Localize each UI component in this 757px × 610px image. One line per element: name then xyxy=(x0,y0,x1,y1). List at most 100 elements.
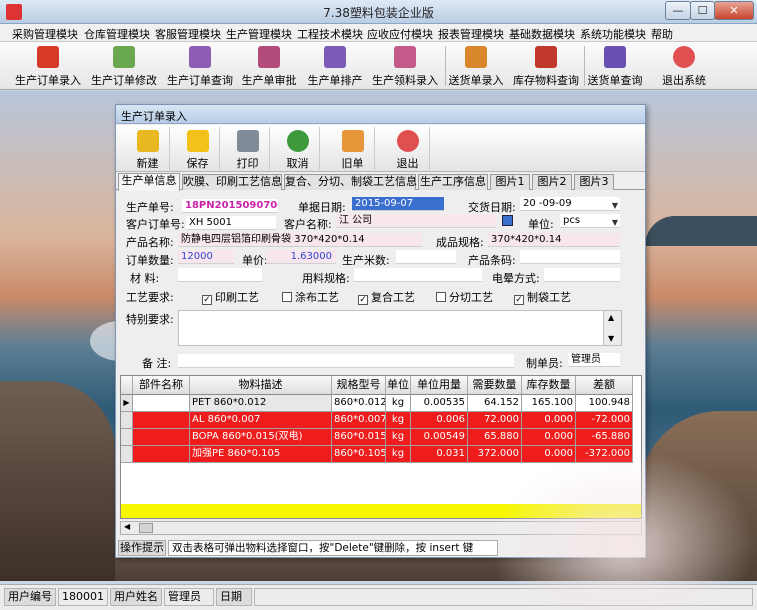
grid-cell[interactable]: 64.152 xyxy=(468,395,522,412)
chevron-down-icon[interactable]: ▼ xyxy=(612,216,618,227)
customer-lookup-icon[interactable] xyxy=(502,215,513,226)
grid-cell[interactable] xyxy=(133,429,190,446)
maker-field[interactable]: 管理员 xyxy=(568,353,620,367)
scroll-left-icon[interactable]: ◀ xyxy=(124,522,130,531)
grid-cell[interactable]: 860*0.012 xyxy=(332,395,386,412)
grid-header[interactable]: 差额 xyxy=(576,376,633,395)
inventory-query-button[interactable]: 库存物料查询 xyxy=(512,44,580,88)
material-field[interactable] xyxy=(178,268,262,282)
minimize-button[interactable]: — xyxy=(665,1,691,20)
grid-cell[interactable]: 860*0.015 G xyxy=(332,429,386,446)
new-button[interactable]: 新建 xyxy=(126,127,170,170)
cancel-button[interactable]: 取消 xyxy=(276,127,320,170)
grid-header[interactable]: 部件名称 xyxy=(133,376,190,395)
tab-image-1[interactable]: 图片1 xyxy=(490,174,530,190)
print-button[interactable]: 打印 xyxy=(226,127,270,170)
menu-purchase[interactable]: 采购管理模块 xyxy=(12,26,78,42)
material-request-entry-button[interactable]: 生产领料录入 xyxy=(371,44,439,88)
checkbox-coating[interactable]: 涂布工艺 xyxy=(282,289,339,305)
grid-cell[interactable]: 860*0.105 xyxy=(332,446,386,463)
save-button[interactable]: 保存 xyxy=(176,127,220,170)
grid-cell[interactable]: 0.000 xyxy=(522,429,576,446)
grid-cell[interactable]: BOPA 860*0.015(双电) xyxy=(190,429,332,446)
grid-cell[interactable]: -65.880 xyxy=(576,429,633,446)
production-order-query-button[interactable]: 生产订单查询 xyxy=(166,44,234,88)
menu-customer-service[interactable]: 客服管理模块 xyxy=(155,26,221,42)
textarea-scrollbar[interactable]: ▲ ▼ xyxy=(603,310,622,346)
grid-cell[interactable]: 100.948 xyxy=(576,395,633,412)
production-order-approve-button[interactable]: 生产单审批 xyxy=(241,44,297,88)
unit-price-field[interactable]: 1.63000 xyxy=(266,250,336,264)
close-button[interactable]: ✕ xyxy=(714,1,754,20)
grid-cell[interactable]: AL 860*0.007 xyxy=(190,412,332,429)
maximize-button[interactable]: ☐ xyxy=(690,1,715,20)
tab-image-2[interactable]: 图片2 xyxy=(532,174,572,190)
menu-system[interactable]: 系统功能模块 xyxy=(580,26,646,42)
chevron-down-icon[interactable]: ▼ xyxy=(612,199,618,210)
exit-system-button[interactable]: 退出系统 xyxy=(656,44,712,88)
grid-cell[interactable] xyxy=(133,412,190,429)
old-order-button[interactable]: 旧单 xyxy=(331,127,375,170)
grid-cell[interactable]: 0.031 xyxy=(411,446,468,463)
grid-cell[interactable]: PET 860*0.012 xyxy=(190,395,332,412)
grid-cell[interactable]: 65.880 xyxy=(468,429,522,446)
production-meters-field[interactable] xyxy=(396,250,456,264)
grid-header[interactable]: 库存数量 xyxy=(522,376,576,395)
customer-order-field[interactable]: XH 5001 xyxy=(186,216,276,230)
order-no-field[interactable]: 18PN20150907001 xyxy=(182,199,278,213)
grid-cell[interactable]: kg xyxy=(386,395,411,412)
grid-header[interactable]: 单位用量 xyxy=(411,376,468,395)
grid-cell[interactable]: 0.000 xyxy=(522,412,576,429)
exit-button[interactable]: 退出 xyxy=(386,127,430,170)
tab-laminate-slit-bag-process[interactable]: 复合、分切、制袋工艺信息 xyxy=(284,174,417,190)
customer-name-field[interactable]: 江 公司 xyxy=(336,214,496,228)
doc-date-picker[interactable]: 2015-09-07 ▼ xyxy=(352,197,444,211)
remark-field[interactable] xyxy=(178,354,514,368)
checkbox-slitting[interactable]: 分切工艺 xyxy=(436,289,493,305)
tab-image-3[interactable]: 图片3 xyxy=(574,174,614,190)
grid-cell[interactable]: 0.00549 xyxy=(411,429,468,446)
barcode-field[interactable] xyxy=(520,250,620,264)
menu-engineering[interactable]: 工程技术模块 xyxy=(297,26,363,42)
scroll-thumb[interactable] xyxy=(139,523,153,533)
tab-production-steps[interactable]: 生产工序信息 xyxy=(418,174,488,190)
tab-order-info[interactable]: 生产单信息 xyxy=(118,173,180,191)
unit-select[interactable]: pcs ▼ xyxy=(560,214,620,228)
production-order-edit-button[interactable]: 生产订单修改 xyxy=(90,44,158,88)
production-schedule-button[interactable]: 生产单排产 xyxy=(307,44,363,88)
scroll-down-icon[interactable]: ▼ xyxy=(608,334,614,343)
special-req-textarea[interactable] xyxy=(178,310,622,346)
menu-production[interactable]: 生产管理模块 xyxy=(226,26,292,42)
grid-header[interactable]: 单位 xyxy=(386,376,411,395)
menu-reports[interactable]: 报表管理模块 xyxy=(438,26,504,42)
grid-cell[interactable]: 860*0.007 xyxy=(332,412,386,429)
grid-cell[interactable]: 0.006 xyxy=(411,412,468,429)
glue-spec-field[interactable] xyxy=(354,268,482,282)
grid-cell[interactable]: kg xyxy=(386,446,411,463)
menu-help[interactable]: 帮助 xyxy=(651,26,673,42)
grid-cell[interactable] xyxy=(133,395,190,412)
menu-base-data[interactable]: 基础数据模块 xyxy=(509,26,575,42)
grid-cell[interactable]: -72.000 xyxy=(576,412,633,429)
grid-header[interactable]: 物料描述 xyxy=(190,376,332,395)
product-name-field[interactable]: 防静电四层铝箔印刷骨袋 370*420*0.14 xyxy=(178,233,422,247)
grid-cell[interactable]: kg xyxy=(386,412,411,429)
delivery-date-picker[interactable]: 20 -09-09 ▼ xyxy=(520,197,620,211)
delivery-query-button[interactable]: 送货单查询 xyxy=(586,44,644,88)
checkbox-laminating[interactable]: ✓ 复合工艺 xyxy=(358,289,415,305)
scroll-up-icon[interactable]: ▲ xyxy=(608,313,614,322)
product-spec-field[interactable]: 370*420*0.14 xyxy=(488,233,620,247)
grid-header[interactable]: 规格型号 xyxy=(332,376,386,395)
grid-cell[interactable]: 165.100 xyxy=(522,395,576,412)
production-order-entry-button[interactable]: 生产订单录入 xyxy=(14,44,82,88)
grid-cell[interactable]: 0.00535 xyxy=(411,395,468,412)
grid-header[interactable]: 需要数量 xyxy=(468,376,522,395)
order-qty-field[interactable]: 12000 xyxy=(178,250,234,264)
menu-warehouse[interactable]: 仓库管理模块 xyxy=(84,26,150,42)
delivery-entry-button[interactable]: 送货单录入 xyxy=(447,44,505,88)
grid-cell[interactable]: kg xyxy=(386,429,411,446)
corona-field[interactable] xyxy=(544,268,620,282)
menu-receivables[interactable]: 应收应付模块 xyxy=(367,26,433,42)
checkbox-bag-making[interactable]: ✓ 制袋工艺 xyxy=(514,289,571,305)
checkbox-printing[interactable]: ✓ 印刷工艺 xyxy=(202,289,259,305)
